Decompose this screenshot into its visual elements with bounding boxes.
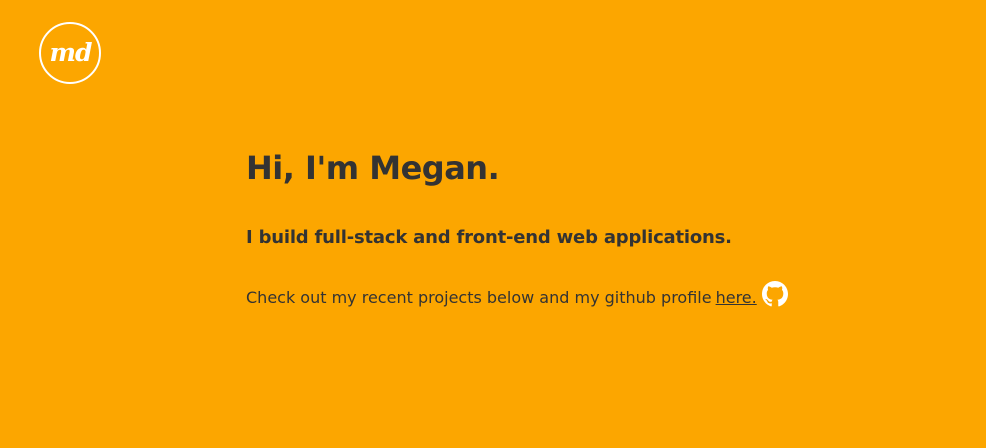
page: md Hi, I'm Megan. I build full-stack and… bbox=[0, 0, 986, 448]
logo-text: md bbox=[49, 37, 93, 67]
hero-cta: Check out my recent projects below and m… bbox=[246, 281, 866, 310]
hero-section: Hi, I'm Megan. I build full-stack and fr… bbox=[246, 148, 866, 310]
hero-headline: Hi, I'm Megan. bbox=[246, 149, 500, 187]
github-profile-link[interactable]: here. bbox=[716, 286, 757, 310]
logo[interactable]: md bbox=[39, 22, 101, 84]
cta-text: Check out my recent projects below and m… bbox=[246, 288, 712, 307]
hero-subheadline: I build full-stack and front-end web app… bbox=[246, 227, 732, 248]
github-icon[interactable] bbox=[761, 281, 788, 307]
